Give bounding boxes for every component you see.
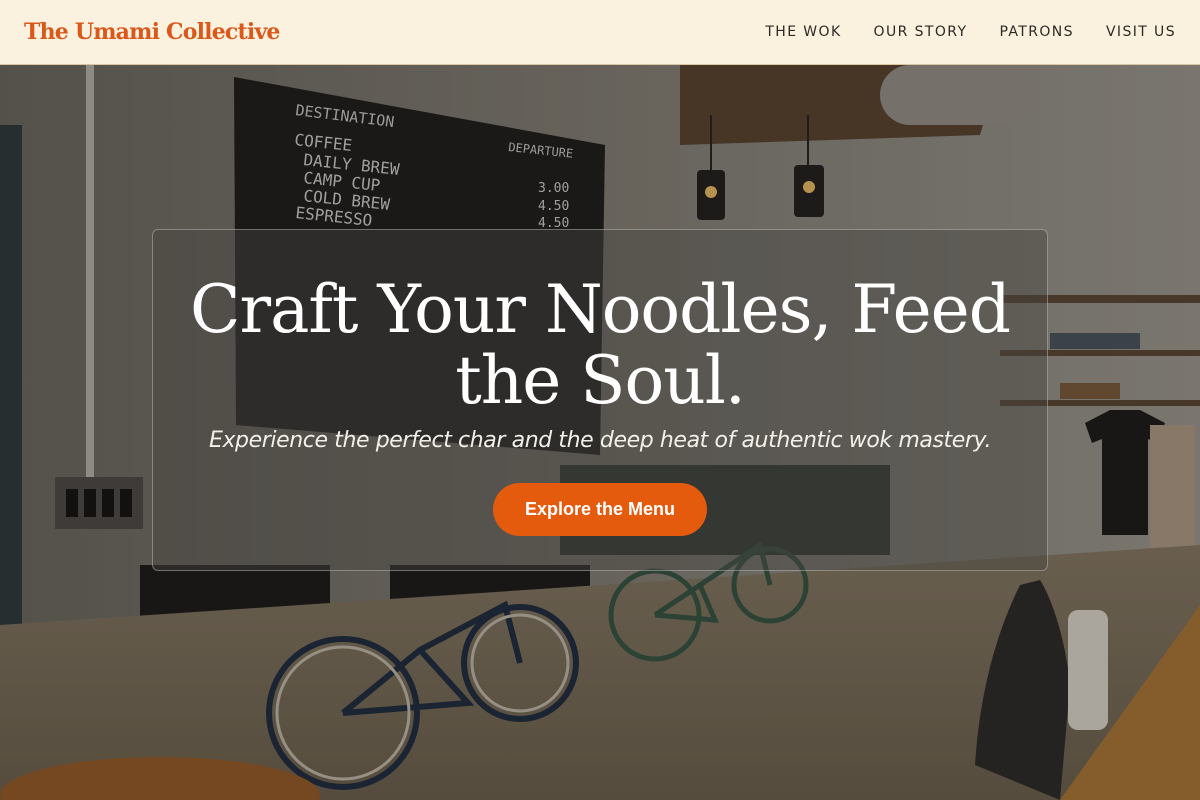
explore-menu-button[interactable]: Explore the Menu bbox=[492, 483, 708, 536]
site-header: The Umami Collective THE WOK OUR STORY P… bbox=[0, 0, 1200, 65]
hero-tagline: Experience the perfect char and the deep… bbox=[208, 428, 992, 453]
brand-logo[interactable]: The Umami Collective bbox=[24, 19, 280, 45]
hero-section: DESTINATION DEPARTURE COFFEE DAILY BREW … bbox=[0, 65, 1200, 800]
hero-card: Craft Your Noodles, Feed the Soul. Exper… bbox=[152, 229, 1048, 571]
nav-link-patrons[interactable]: PATRONS bbox=[999, 24, 1074, 40]
main-nav: THE WOK OUR STORY PATRONS VISIT US bbox=[765, 23, 1176, 41]
nav-link-our-story[interactable]: OUR STORY bbox=[874, 24, 968, 40]
nav-link-visit-us[interactable]: VISIT US bbox=[1106, 24, 1176, 40]
hero-headline: Craft Your Noodles, Feed the Soul. bbox=[190, 271, 1011, 419]
nav-link-the-wok[interactable]: THE WOK bbox=[765, 24, 841, 40]
